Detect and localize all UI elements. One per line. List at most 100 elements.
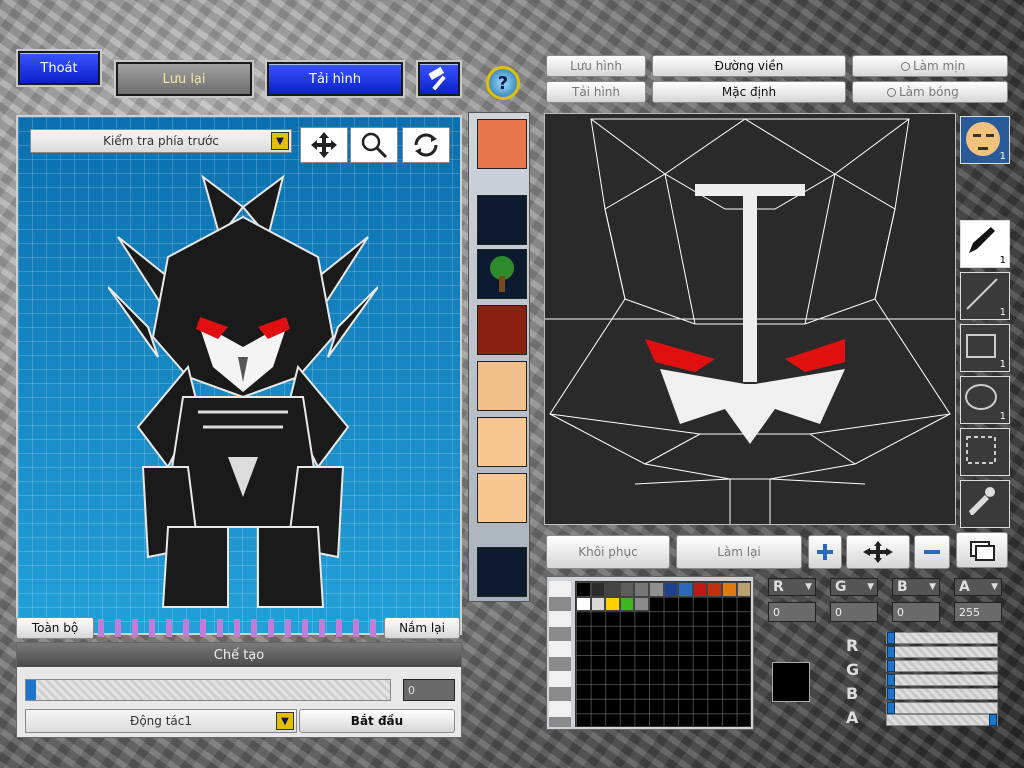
palette-swatch[interactable] xyxy=(692,582,708,597)
action-select-value: Động tác1 xyxy=(130,714,192,728)
minus-icon xyxy=(924,550,940,554)
help-icon[interactable]: ? xyxy=(486,66,520,100)
pencil-count: 1 xyxy=(999,255,1006,266)
shade-option[interactable]: Làm bóng xyxy=(852,81,1008,103)
zoom-tool-button[interactable] xyxy=(350,127,398,163)
thumb-face-2[interactable] xyxy=(477,417,527,467)
radio-icon xyxy=(901,61,910,71)
zoom-out-button[interactable] xyxy=(914,535,950,569)
palette-swatch[interactable] xyxy=(576,582,591,597)
redo-button[interactable]: Làm lại xyxy=(676,535,802,569)
default-button[interactable]: Mặc định xyxy=(652,81,846,103)
thumb-armor-red[interactable] xyxy=(477,305,527,355)
palette-swatch[interactable] xyxy=(721,582,737,597)
character-preview xyxy=(108,174,378,608)
pan-button[interactable] xyxy=(846,535,910,569)
all-button[interactable]: Toàn bộ xyxy=(16,617,94,639)
b-value[interactable]: 0 xyxy=(892,602,940,622)
select-tool[interactable] xyxy=(960,428,1010,476)
rotate-icon xyxy=(414,133,438,157)
b-slider-label: B xyxy=(846,684,859,703)
r-slider[interactable] xyxy=(886,632,998,644)
palette-swatch[interactable] xyxy=(590,596,606,612)
palette-swatch[interactable] xyxy=(634,596,649,612)
action-select[interactable]: Động tác1 ▼ xyxy=(25,709,297,733)
palette-swatch[interactable] xyxy=(736,582,752,597)
rect-tool[interactable]: 1 xyxy=(960,324,1010,372)
r-slider-fine[interactable] xyxy=(886,646,998,658)
zoom-in-button[interactable] xyxy=(808,535,842,569)
palette-swatch[interactable] xyxy=(590,582,606,597)
palette-swatch[interactable] xyxy=(707,582,722,597)
rotate-tool-button[interactable] xyxy=(402,127,450,163)
palette-swatch[interactable] xyxy=(663,582,679,597)
g-slider-fine[interactable] xyxy=(886,674,998,686)
palette-swatch[interactable] xyxy=(605,582,620,597)
slider-knob[interactable] xyxy=(887,660,895,672)
layers-icon xyxy=(970,541,995,561)
palette-swatch[interactable] xyxy=(678,582,693,597)
texture-canvas[interactable] xyxy=(544,113,956,527)
preview-panel: Kiểm tra phía trước ▼ xyxy=(16,115,462,635)
thumb-empty-1[interactable] xyxy=(477,195,527,245)
a-value[interactable]: 255 xyxy=(954,602,1002,622)
slider-knob[interactable] xyxy=(887,646,895,658)
load-image-button[interactable]: Tải hình xyxy=(546,81,646,103)
r-value[interactable]: 0 xyxy=(768,602,816,622)
palette-swatch[interactable] xyxy=(648,582,664,597)
create-panel: Chế tạo 0 Động tác1 ▼ Bắt đầu xyxy=(16,642,462,738)
move-tool-button[interactable] xyxy=(300,127,348,163)
reload-button[interactable]: Tải hình xyxy=(265,60,405,98)
layers-button[interactable] xyxy=(956,532,1008,568)
thumb-face-3[interactable] xyxy=(477,473,527,523)
a-slider[interactable] xyxy=(886,714,998,726)
save-image-button[interactable]: Lưu hình xyxy=(546,55,646,77)
slider-knob[interactable] xyxy=(989,714,997,726)
thumb-head-orange[interactable] xyxy=(477,119,527,169)
slider-knob[interactable] xyxy=(887,688,895,700)
g-value[interactable]: 0 xyxy=(830,602,878,622)
palette-swatch[interactable] xyxy=(605,596,620,612)
ellipse-icon xyxy=(965,384,997,410)
hammer-tool-button[interactable] xyxy=(416,60,462,98)
save-button[interactable]: Lưu lại xyxy=(114,60,254,98)
slider-knob[interactable] xyxy=(887,632,895,644)
g-slider[interactable] xyxy=(886,660,998,672)
slider-knob[interactable] xyxy=(887,674,895,686)
grab-button[interactable]: Nắm lại xyxy=(384,617,460,639)
palette-swatch[interactable] xyxy=(619,596,635,612)
palette-swatch[interactable] xyxy=(634,582,649,597)
create-progress[interactable] xyxy=(25,679,391,701)
radio-icon xyxy=(887,87,896,97)
smooth-option[interactable]: Làm mịn xyxy=(852,55,1008,77)
line-count: 1 xyxy=(999,307,1006,318)
face-avatar[interactable]: 1 xyxy=(960,116,1010,164)
b-slider[interactable] xyxy=(886,688,998,700)
rect-count: 1 xyxy=(999,359,1006,370)
palette-swatch[interactable] xyxy=(619,582,635,597)
view-select[interactable]: Kiểm tra phía trước ▼ xyxy=(30,129,292,153)
b-slider-fine[interactable] xyxy=(886,702,998,714)
pencil-tool[interactable]: 1 xyxy=(960,220,1010,268)
palette-grid[interactable] xyxy=(575,581,752,727)
ellipse-tool[interactable]: 1 xyxy=(960,376,1010,424)
thumb-empty-2[interactable] xyxy=(477,547,527,597)
slider-knob[interactable] xyxy=(887,702,895,714)
restore-button[interactable]: Khôi phục xyxy=(546,535,670,569)
chevron-down-icon: ▼ xyxy=(276,712,294,730)
palette-swatch[interactable] xyxy=(576,596,591,612)
part-strip xyxy=(468,112,530,602)
thumb-face-1[interactable] xyxy=(477,361,527,411)
thumb-tree[interactable] xyxy=(477,249,527,299)
outline-button[interactable]: Đường viền xyxy=(652,55,846,77)
create-progress-knob xyxy=(26,680,36,700)
line-tool[interactable]: 1 xyxy=(960,272,1010,320)
palette-tabs[interactable] xyxy=(549,581,571,727)
start-button[interactable]: Bắt đầu xyxy=(299,709,455,733)
palette-row-1 xyxy=(576,582,752,597)
create-title: Chế tạo xyxy=(17,643,461,667)
uv-wireframe xyxy=(545,114,955,527)
eyedropper-tool[interactable] xyxy=(960,480,1010,528)
a-slider-label: A xyxy=(846,708,859,727)
exit-button[interactable]: Thoát xyxy=(16,49,102,87)
